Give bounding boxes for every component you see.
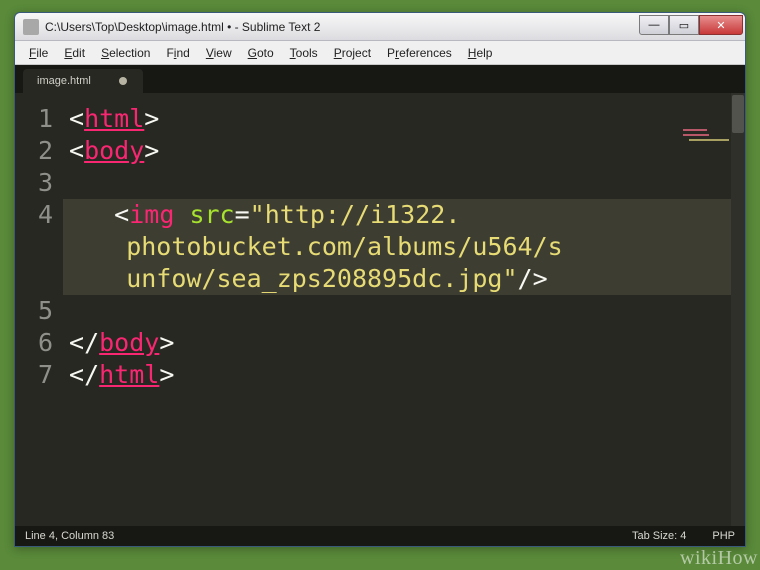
line-number: 7 [15, 359, 53, 391]
line-number: 5 [15, 295, 53, 327]
line-gutter: 1 2 3 4 5 6 7 [15, 93, 63, 526]
menu-edit[interactable]: Edit [56, 43, 93, 63]
line-number: 1 [15, 103, 53, 135]
menu-selection[interactable]: Selection [93, 43, 158, 63]
line-number: 2 [15, 135, 53, 167]
menu-preferences[interactable]: Preferences [379, 43, 460, 63]
app-window: C:\Users\Top\Desktop\image.html • - Subl… [14, 12, 746, 547]
code-area[interactable]: 1 2 3 4 5 6 7 <html> <body> <img src="ht… [15, 93, 745, 526]
menu-project[interactable]: Project [326, 43, 379, 63]
menu-goto[interactable]: Goto [240, 43, 282, 63]
tab-size[interactable]: Tab Size: 4 [632, 530, 686, 542]
maximize-button[interactable]: ▭ [669, 15, 699, 35]
editor: image.html 1 2 3 4 5 6 7 <html> <body> [15, 65, 745, 546]
scrollbar-thumb[interactable] [732, 95, 744, 133]
menu-find[interactable]: Find [158, 43, 197, 63]
line-number: 4 [15, 199, 53, 231]
menu-tools[interactable]: Tools [282, 43, 326, 63]
dirty-dot-icon [119, 77, 127, 85]
menu-file[interactable]: File [21, 43, 56, 63]
minimap[interactable] [683, 129, 731, 143]
titlebar[interactable]: C:\Users\Top\Desktop\image.html • - Subl… [15, 13, 745, 41]
cursor-position[interactable]: Line 4, Column 83 [25, 530, 114, 542]
window-title: C:\Users\Top\Desktop\image.html • - Subl… [45, 20, 639, 34]
line-number: 6 [15, 327, 53, 359]
close-button[interactable]: ✕ [699, 15, 743, 35]
menu-view[interactable]: View [198, 43, 240, 63]
app-icon [23, 19, 39, 35]
tab-image-html[interactable]: image.html [23, 69, 143, 93]
tab-bar: image.html [15, 65, 745, 93]
status-bar: Line 4, Column 83 Tab Size: 4 PHP [15, 526, 745, 546]
menubar: File Edit Selection Find View Goto Tools… [15, 41, 745, 65]
watermark: wikiHow [680, 547, 758, 570]
syntax-mode[interactable]: PHP [712, 530, 735, 542]
menu-help[interactable]: Help [460, 43, 501, 63]
window-buttons: — ▭ ✕ [639, 15, 743, 35]
tab-label: image.html [37, 75, 91, 87]
code-content[interactable]: <html> <body> <img src="http://i1322. ph… [63, 93, 745, 526]
vertical-scrollbar[interactable] [731, 93, 745, 526]
line-number: 3 [15, 167, 53, 199]
minimize-button[interactable]: — [639, 15, 669, 35]
